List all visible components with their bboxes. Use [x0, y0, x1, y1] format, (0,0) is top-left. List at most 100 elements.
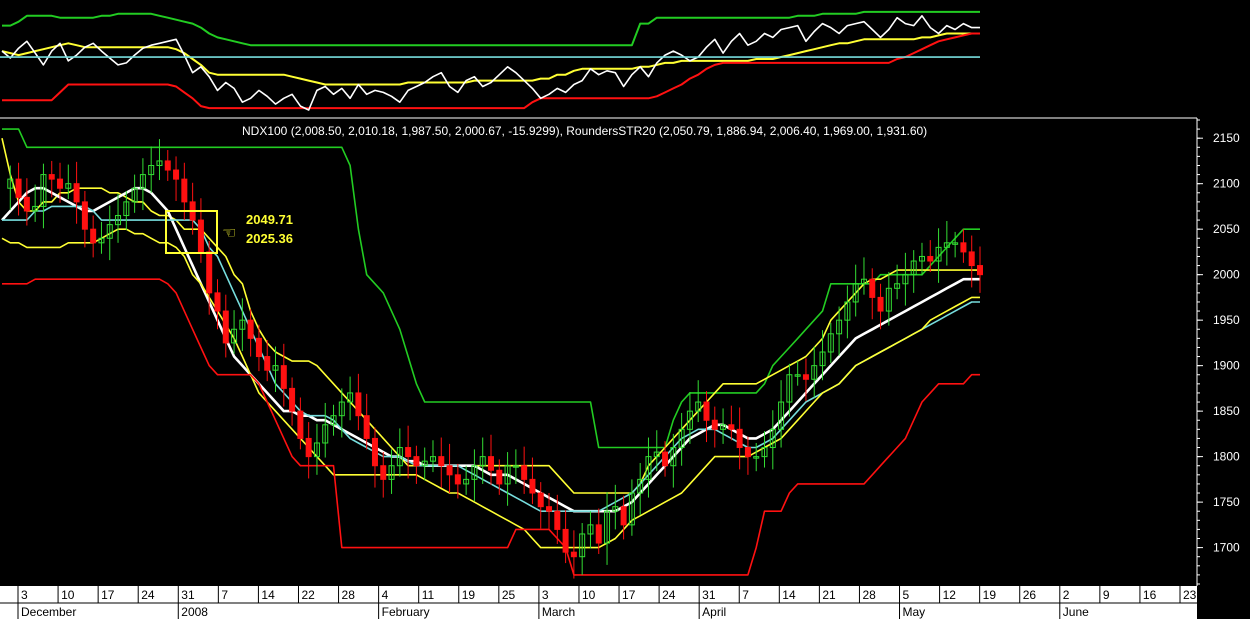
x-tick-label: 21	[822, 588, 836, 602]
x-tick-label: 25	[502, 588, 516, 602]
candle-body	[214, 292, 221, 312]
candle-body	[529, 478, 536, 494]
candle-body	[181, 178, 188, 203]
candle-body	[711, 419, 718, 430]
candle-body	[90, 228, 97, 244]
x-tick-label: 31	[181, 588, 195, 602]
x-tick-label: 4	[382, 588, 389, 602]
candle-body	[305, 437, 312, 458]
candle-body	[662, 451, 669, 467]
y-tick-label: 1950	[1213, 313, 1240, 327]
x-tick-label: 24	[662, 588, 676, 602]
annotation-value-upper: 2049.71	[246, 212, 293, 227]
month-label: March	[542, 605, 575, 619]
month-label: December	[21, 605, 76, 619]
candle-body	[968, 251, 975, 267]
candle-body	[744, 447, 751, 458]
x-tick-label: 19	[462, 588, 476, 602]
candle-body	[438, 456, 445, 467]
candle-body	[173, 169, 180, 180]
candle-body	[703, 401, 710, 421]
candle-body	[877, 296, 884, 312]
candle-body	[454, 474, 461, 485]
candle-body	[289, 387, 296, 412]
candle-body	[164, 160, 171, 171]
x-tick-label: 2	[1063, 588, 1070, 602]
candle-body	[521, 465, 528, 480]
candle-body	[488, 456, 494, 471]
x-tick-label: 17	[101, 588, 115, 602]
x-tick-label: 3	[21, 588, 28, 602]
candle-body	[562, 528, 569, 553]
candle-body	[363, 415, 370, 439]
candle-body	[371, 437, 378, 467]
candle-body	[255, 337, 262, 358]
x-tick-label: 3	[542, 588, 549, 602]
month-label: April	[702, 605, 726, 619]
chart-background	[0, 0, 1250, 619]
x-tick-label: 31	[702, 588, 716, 602]
candle-body	[247, 319, 254, 339]
x-tick-label: 28	[342, 588, 356, 602]
y-tick-label: 2150	[1213, 131, 1240, 145]
month-label: February	[382, 605, 430, 619]
y-tick-label: 1750	[1213, 495, 1240, 509]
x-tick-label: 10	[61, 588, 75, 602]
candle-body	[496, 469, 503, 485]
candle-body	[264, 356, 271, 371]
candle-body	[15, 178, 22, 198]
candle-body	[380, 465, 387, 480]
candle-body	[728, 424, 735, 430]
x-tick-label: 19	[983, 588, 997, 602]
candle-body	[413, 456, 420, 467]
candle-body	[446, 465, 453, 476]
annotation-arrow-icon: ☜	[222, 223, 236, 242]
x-tick-label: 7	[221, 588, 228, 602]
x-tick-label: 10	[582, 588, 596, 602]
x-tick-label: 7	[742, 588, 749, 602]
candle-body	[977, 265, 983, 276]
candlestick-chart: NDX100 (2,008.50, 2,010.18, 1,987.50, 2,…	[0, 0, 1250, 619]
candle-body	[546, 506, 553, 512]
y-tick-label: 2050	[1213, 222, 1240, 236]
annotation-value-lower: 2025.36	[246, 231, 293, 246]
candle-body	[537, 492, 544, 508]
x-tick-label: 28	[862, 588, 876, 602]
candle-body	[869, 278, 876, 298]
x-tick-label: 12	[943, 588, 957, 602]
x-tick-label: 16	[1143, 588, 1157, 602]
candle-body	[960, 242, 967, 253]
x-tick-label: 22	[301, 588, 315, 602]
candle-body	[595, 524, 602, 544]
candle-body	[620, 506, 627, 526]
candle-body	[280, 365, 287, 389]
candle-body	[73, 183, 80, 203]
x-tick-label: 14	[782, 588, 796, 602]
candle-body	[570, 551, 577, 558]
month-label: May	[903, 605, 926, 619]
x-tick-label: 17	[622, 588, 636, 602]
candle-body	[297, 410, 304, 439]
chart-title: NDX100 (2,008.50, 2,010.18, 1,987.50, 2,…	[242, 124, 927, 138]
month-label: June	[1063, 605, 1089, 619]
candle-body	[222, 310, 229, 344]
candle-body	[81, 201, 88, 230]
candle-body	[927, 255, 934, 262]
y-tick-label: 2100	[1213, 177, 1240, 191]
x-tick-label: 11	[422, 588, 435, 602]
candle-body	[736, 428, 743, 449]
x-tick-label: 5	[903, 588, 910, 602]
y-tick-label: 1900	[1213, 359, 1240, 373]
candle-body	[802, 374, 809, 380]
candle-body	[355, 392, 362, 417]
candle-body	[554, 510, 561, 530]
month-label: 2008	[181, 605, 208, 619]
y-tick-label: 1850	[1213, 404, 1240, 418]
y-tick-label: 1800	[1213, 450, 1240, 464]
x-tick-label: 23	[1183, 588, 1197, 602]
x-tick-label: 14	[261, 588, 275, 602]
y-tick-label: 1700	[1213, 541, 1240, 555]
x-tick-label: 26	[1023, 588, 1037, 602]
x-tick-label: 24	[141, 588, 155, 602]
x-tick-label: 9	[1103, 588, 1110, 602]
